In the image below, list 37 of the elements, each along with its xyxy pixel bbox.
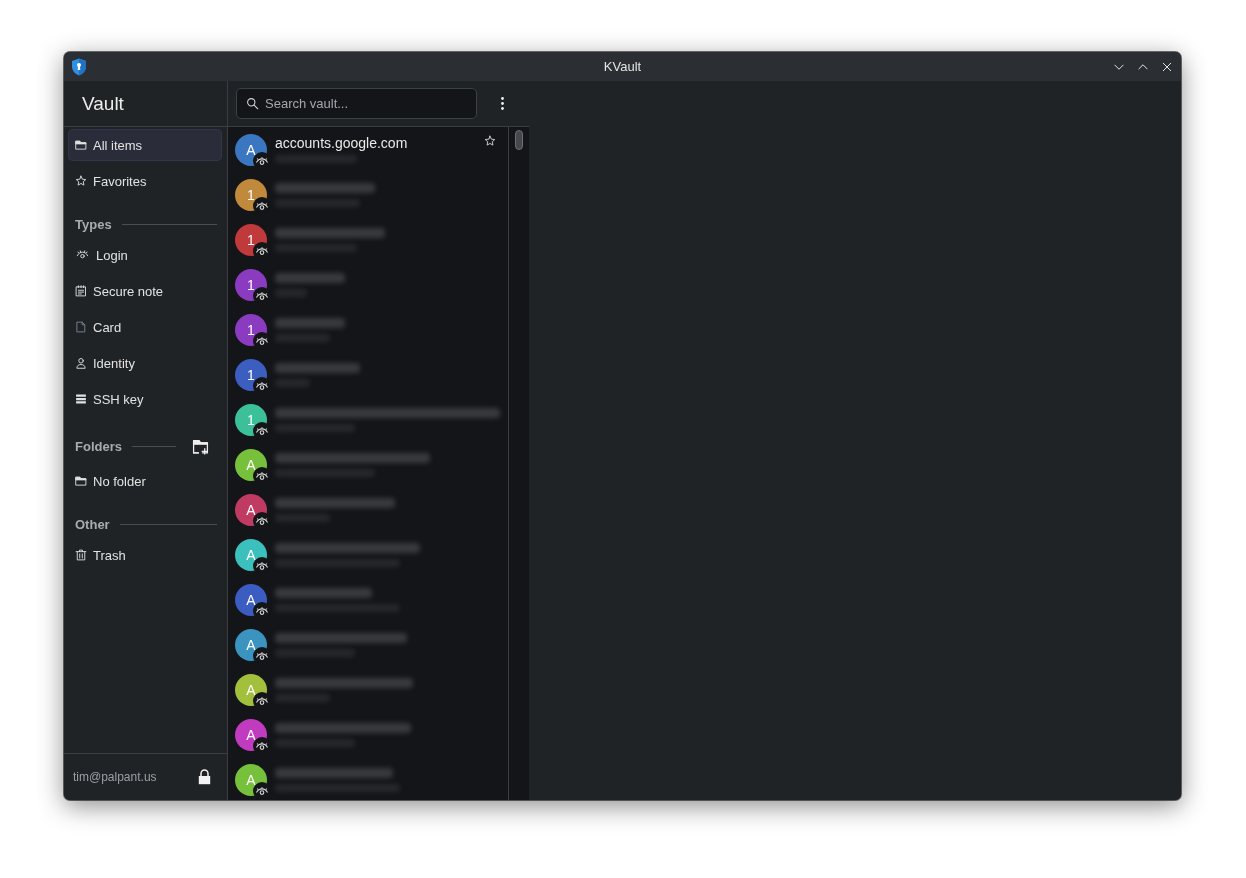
folder-icon bbox=[75, 139, 87, 151]
sidebar-item[interactable]: Card bbox=[68, 311, 222, 343]
blurred-text bbox=[275, 272, 345, 283]
trash-icon bbox=[75, 549, 87, 561]
section-heading: Folders bbox=[75, 438, 122, 454]
sidebar-title: Vault bbox=[82, 92, 124, 115]
sidebar-item[interactable]: Favorites bbox=[68, 165, 222, 197]
sidebar-item[interactable]: No folder bbox=[68, 465, 222, 497]
section-heading: Other bbox=[75, 516, 110, 532]
search-field[interactable]: Search vault... bbox=[236, 88, 477, 119]
sidebar-item[interactable]: All items bbox=[68, 129, 222, 161]
window-title: KVault bbox=[603, 59, 642, 74]
search-icon bbox=[246, 97, 259, 110]
star-icon bbox=[75, 175, 87, 187]
folder-plus-icon bbox=[191, 437, 209, 455]
scrollbar-thumb[interactable] bbox=[515, 130, 523, 150]
sidebar-item[interactable]: Secure note bbox=[68, 275, 222, 307]
sidebar-item[interactable]: Login bbox=[68, 239, 222, 271]
person-icon bbox=[75, 357, 87, 369]
folder-icon bbox=[75, 475, 87, 487]
lock-icon bbox=[197, 769, 211, 785]
sidebar-item[interactable]: Trash bbox=[68, 539, 222, 571]
sidebar-item[interactable]: SSH key bbox=[68, 383, 222, 415]
server-icon bbox=[75, 393, 87, 405]
shield-icon bbox=[71, 57, 87, 76]
sidebar-item[interactable]: Identity bbox=[68, 347, 222, 379]
favorite-button[interactable] bbox=[484, 135, 498, 149]
account-email: tim@palpant.us bbox=[73, 770, 157, 784]
item-title: accounts.google.com bbox=[275, 133, 409, 152]
eye-icon bbox=[75, 249, 90, 261]
star-icon bbox=[484, 135, 496, 147]
blurred-text bbox=[275, 317, 345, 328]
section-heading: Types bbox=[75, 216, 112, 232]
close-icon bbox=[1161, 60, 1173, 73]
dots-icon bbox=[500, 97, 504, 110]
notepad-icon bbox=[75, 285, 87, 297]
file-icon bbox=[75, 321, 87, 333]
